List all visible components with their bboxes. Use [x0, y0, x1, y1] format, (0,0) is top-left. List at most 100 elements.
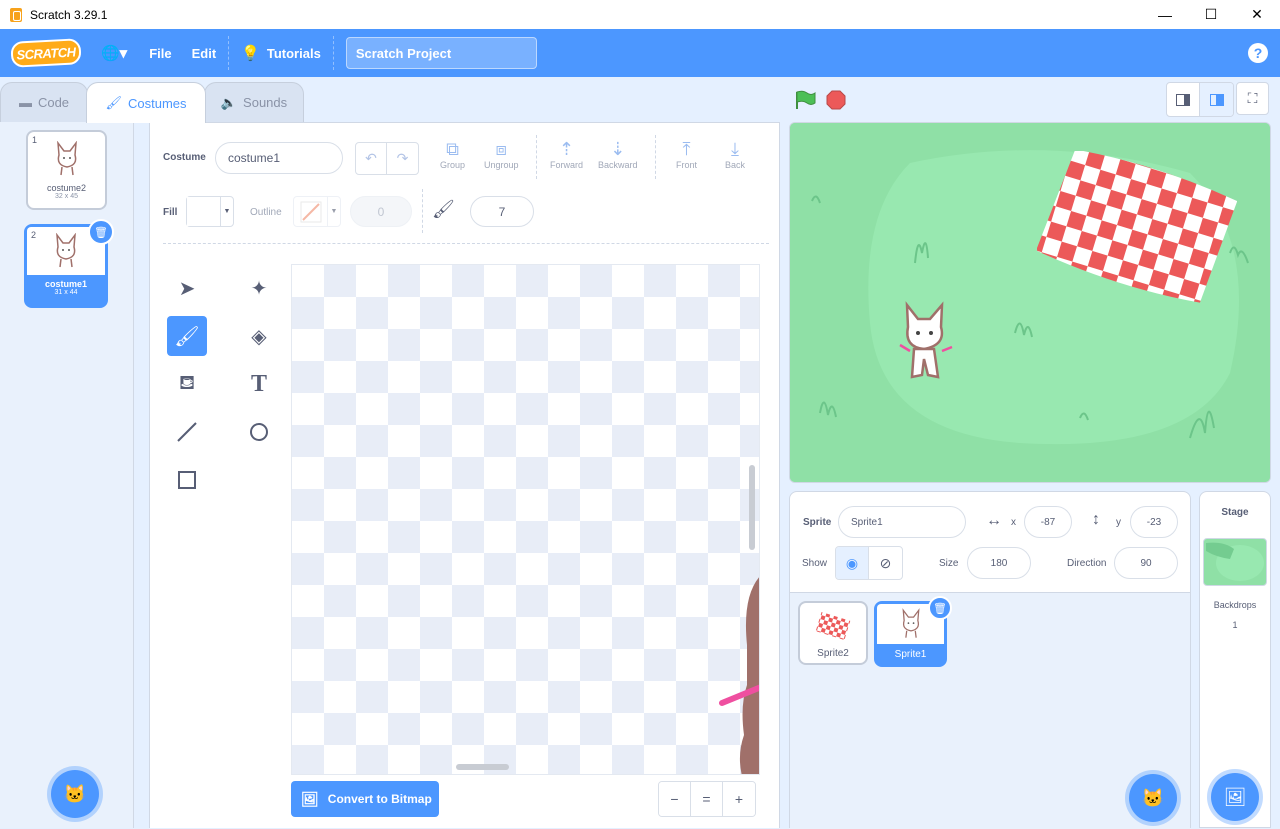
back-label: Back [725, 160, 746, 170]
brush-size-input[interactable]: 7 [470, 196, 534, 227]
toolbar-divider [655, 135, 656, 179]
dropdown-caret-icon: ▼ [330, 208, 338, 215]
redo-icon[interactable]: ↷ [387, 143, 418, 174]
tutorials-menu[interactable]: 💡 Tutorials [229, 29, 333, 77]
delete-costume-icon[interactable]: 🗑 [88, 219, 114, 245]
help-icon[interactable]: ? [1248, 43, 1268, 63]
paint-canvas[interactable] [291, 264, 760, 775]
small-stage-icon[interactable] [1167, 83, 1200, 116]
backdrops-count: 1 [1232, 620, 1238, 630]
stop-icon[interactable] [826, 90, 846, 110]
stage-header: ⛶ [789, 82, 1280, 122]
back-button[interactable]: ⤓ Back [725, 138, 745, 170]
maximize-button[interactable]: ☐ [1188, 0, 1234, 29]
x-position-input[interactable]: -87 [1024, 506, 1072, 538]
tab-sounds-label: Sounds [243, 95, 288, 110]
costume-name-input[interactable]: costume1 [215, 142, 343, 174]
undo-icon[interactable]: ↶ [356, 143, 387, 174]
choose-sprite-button[interactable]: 🐱 [1129, 774, 1177, 822]
convert-label: Convert to Bitmap [327, 792, 432, 806]
speaker-icon: 🔈 [220, 94, 238, 110]
edit-menu[interactable]: Edit [182, 29, 229, 77]
show-eye-icon[interactable]: ◉ [836, 547, 869, 579]
rectangle-tool[interactable] [167, 460, 207, 500]
costume-name: costume2 [46, 183, 87, 193]
fill-color-picker[interactable]: ▼ [186, 196, 234, 227]
checkered-blanket-thumbnail [815, 612, 851, 640]
text-t-icon: T [250, 370, 267, 397]
vertical-arrows-icon: ↕ [1092, 511, 1100, 528]
brush-tool[interactable]: 🖌 [167, 316, 207, 356]
language-menu[interactable]: 🌐▾ [89, 29, 139, 77]
forward-button[interactable]: ⇡ Forward [550, 138, 583, 170]
x-label: x [1011, 517, 1016, 528]
sprite-label: Sprite [803, 517, 832, 528]
choose-costume-button[interactable]: 🐱 [51, 770, 99, 818]
circle-tool[interactable] [239, 412, 279, 452]
fullscreen-icon[interactable]: ⛶ [1236, 82, 1269, 115]
y-position-input[interactable]: -23 [1130, 506, 1178, 538]
rectangle-icon [178, 471, 196, 489]
menu-divider [332, 36, 334, 70]
image-icon: 🖼 [301, 790, 319, 807]
outline-width-input[interactable]: 0 [350, 196, 412, 227]
fill-tool[interactable]: ⛾ [167, 364, 207, 404]
zoom-reset-icon[interactable]: = [691, 782, 723, 816]
convert-to-bitmap-button[interactable]: 🖼 Convert to Bitmap [291, 781, 439, 817]
scratch-app-icon [10, 7, 22, 22]
backward-arrow-icon: ⇣ [610, 139, 626, 159]
brush-icon: 🖌 [174, 325, 200, 348]
tab-code[interactable]: ▬ Code [0, 82, 88, 122]
green-flag-icon[interactable] [794, 90, 816, 110]
globe-icon: 🌐▾ [101, 45, 128, 62]
hide-eye-icon[interactable]: ⊘ [869, 547, 902, 579]
sprite-tile[interactable]: Sprite2 [798, 601, 868, 665]
y-label: y [1116, 517, 1121, 528]
direction-input[interactable]: 90 [1114, 547, 1178, 579]
outline-color-picker[interactable]: ▼ [293, 196, 341, 227]
group-button[interactable]: ⧉ Group [440, 138, 465, 170]
text-tool[interactable]: T [239, 364, 279, 404]
menu-bar: SCRATCH 🌐▾ File Edit 💡 Tutorials Scratch… [0, 29, 1280, 77]
file-menu[interactable]: File [139, 29, 181, 77]
line-tool[interactable] [167, 412, 207, 452]
horizontal-arrows-icon: ↔ [986, 512, 1002, 529]
size-label: Size [939, 558, 959, 569]
ungroup-button[interactable]: ⧈ Ungroup [484, 138, 519, 170]
eraser-tool[interactable]: ◈ [239, 316, 279, 356]
stage-target-panel[interactable]: Stage Backdrops 1 🖼 [1199, 491, 1271, 828]
canvas-horizontal-scrollbar[interactable] [456, 764, 509, 770]
select-tool[interactable]: ➤ [167, 268, 207, 308]
ungroup-icon: ⧈ [495, 139, 507, 159]
line-icon [177, 422, 197, 442]
window-titlebar: Scratch 3.29.1 — ☐ ✕ [0, 0, 1280, 29]
stage-canvas[interactable] [789, 122, 1271, 483]
normal-stage-icon[interactable] [1200, 83, 1233, 116]
paint-editor: Costume costume1 ↶ ↷ ⧉ Group ⧈ Ungroup ⇡ Fo… [149, 122, 780, 828]
forward-arrow-icon: ⇡ [558, 139, 575, 159]
close-window-button[interactable]: ✕ [1234, 0, 1280, 29]
tab-costumes[interactable]: 🖌 Costumes [86, 82, 206, 123]
reshape-tool[interactable]: ✦ [239, 268, 279, 308]
sprite-name-input[interactable]: Sprite1 [838, 506, 966, 538]
sprite-name: Sprite2 [817, 648, 849, 659]
zoom-in-icon[interactable]: + [723, 782, 755, 816]
zoom-out-icon[interactable]: − [659, 782, 691, 816]
size-input[interactable]: 180 [967, 547, 1031, 579]
project-title-input[interactable]: Scratch Project [345, 37, 537, 69]
front-icon: ⤒ [682, 139, 691, 159]
front-button[interactable]: ⤒ Front [676, 138, 697, 170]
back-icon: ⤓ [731, 139, 739, 159]
tab-sounds[interactable]: 🔈 Sounds [204, 82, 304, 122]
window-title: Scratch 3.29.1 [30, 7, 108, 22]
outline-label: Outline [250, 207, 282, 218]
brush-size-icon: 🖌 [432, 199, 455, 219]
backward-button[interactable]: ⇣ Backward [598, 138, 638, 170]
costume-tile[interactable]: 1 costume2 32 x 45 [26, 130, 107, 210]
scratch-logo[interactable]: SCRATCH [10, 38, 82, 68]
choose-backdrop-button[interactable]: 🖼 [1211, 773, 1259, 821]
minimize-button[interactable]: — [1142, 0, 1188, 29]
canvas-vertical-scrollbar[interactable] [749, 465, 755, 550]
costume-label: Costume [163, 152, 206, 163]
delete-sprite-icon[interactable]: 🗑 [928, 596, 952, 620]
